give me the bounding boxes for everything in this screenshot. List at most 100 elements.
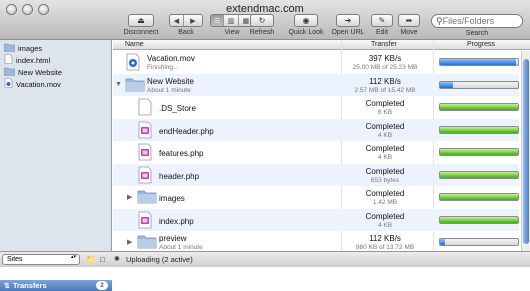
pencil-icon[interactable]: ✎ xyxy=(371,14,393,27)
file-name: features.php xyxy=(159,149,204,158)
progress-bar xyxy=(439,148,519,156)
transfer-row[interactable]: header.php Completed 653 bytes xyxy=(113,163,519,186)
back-forward-control[interactable]: ◀ ▶ xyxy=(169,14,203,27)
transfer-row[interactable]: features.php Completed 4 KB xyxy=(113,141,519,164)
progress-fill xyxy=(440,59,517,65)
transfers-section[interactable]: ⇅ Transfers 2 xyxy=(0,280,112,291)
disconnect-icon[interactable]: ⏏ xyxy=(128,14,154,27)
folder-icon xyxy=(125,76,145,97)
sites-select[interactable]: Sites xyxy=(2,254,80,265)
progress-bar xyxy=(439,125,519,134)
progress-fill xyxy=(440,194,518,200)
edit-label: Edit xyxy=(375,29,389,36)
disconnect-label: Disconnect xyxy=(123,29,159,36)
sidebar-list: images index.html New Website Vacation.mov xyxy=(0,40,111,90)
folder-icon xyxy=(137,233,157,251)
progress-fill xyxy=(440,81,454,88)
back-label: Back xyxy=(178,29,194,36)
progress-bar xyxy=(439,238,519,246)
refresh-tool[interactable]: ↻ Refresh xyxy=(248,14,276,36)
column-view-icon[interactable]: ▥ xyxy=(224,15,239,26)
folder-icon[interactable]: 📁 xyxy=(86,255,96,264)
column-header-name[interactable]: Name xyxy=(125,41,144,48)
transfers-count-badge: 2 xyxy=(96,281,108,290)
disclosure-open-icon[interactable]: ▼ xyxy=(115,81,122,88)
search-icon: ⚲ xyxy=(436,15,443,26)
forward-arrow-icon[interactable]: ▶ xyxy=(184,15,202,26)
transfer-size: 2.57 MB of 15.42 MB xyxy=(354,86,416,94)
refresh-label: Refresh xyxy=(249,29,275,36)
transfer-row[interactable]: ▶ images Completed 1.42 MB xyxy=(113,186,519,209)
status-text: Uploading (2 active) xyxy=(126,255,193,264)
transfer-row[interactable]: index.php Completed 4 KB xyxy=(113,208,519,231)
sidebar-item[interactable]: index.html xyxy=(0,54,111,66)
file-name: images xyxy=(159,194,185,203)
file-icon xyxy=(4,54,13,66)
transfer-row[interactable]: .DS_Store Completed 6 KB xyxy=(113,96,519,119)
transfer-rate: Completed xyxy=(365,211,405,221)
progress-bar xyxy=(439,103,519,111)
scrollbar-thumb[interactable] xyxy=(523,59,529,244)
disconnect-tool[interactable]: ⏏ Disconnect xyxy=(120,14,162,36)
sidebar-item[interactable]: Vacation.mov xyxy=(0,78,111,90)
transfer-row[interactable]: endHeader.php Completed 4 KB xyxy=(113,118,519,141)
eye-icon[interactable]: ◉ xyxy=(294,14,318,27)
search-label: Search xyxy=(465,30,489,37)
list-view-icon[interactable]: ☰ xyxy=(211,15,225,26)
sidebar: images index.html New Website Vacation.mov … xyxy=(0,40,112,291)
transfer-rate: Completed xyxy=(365,144,405,153)
time-remaining: Finishing... xyxy=(147,64,179,71)
transfer-size: 4 KB xyxy=(377,221,393,229)
transfer-rate: 112 KB/s xyxy=(369,234,401,243)
file-name: endHeader.php xyxy=(159,126,214,136)
transfers-arrow-icon: ⇅ xyxy=(4,282,10,290)
add-icon[interactable]: □ xyxy=(100,255,105,264)
refresh-icon[interactable]: ↻ xyxy=(250,14,274,27)
edit-tool[interactable]: ✎ Edit xyxy=(370,14,394,36)
progress-fill xyxy=(440,171,518,178)
sidebar-item-label: images xyxy=(18,43,43,53)
transfer-row[interactable]: Vacation.mov Finishing... 397 KB/s 25.00 MB… xyxy=(113,51,519,74)
column-header: Name Transfer Progress xyxy=(113,40,530,50)
progress-fill xyxy=(440,149,518,155)
sidebar-item[interactable]: New Website xyxy=(0,66,111,78)
column-header-progress[interactable]: Progress xyxy=(467,41,495,48)
vertical-scrollbar[interactable] xyxy=(521,51,530,251)
progress-fill xyxy=(440,126,518,133)
quick-look-tool[interactable]: ◉ Quick Look xyxy=(286,14,326,36)
title-bar: extendmac.com ⏏ Disconnect ◀ ▶ Back ☰ ▥ … xyxy=(0,0,530,40)
sidebar-item-label: New Website xyxy=(18,67,63,77)
progress-fill xyxy=(440,216,518,223)
progress-fill xyxy=(440,104,518,110)
sidebar-item[interactable]: images xyxy=(0,42,111,54)
transfer-rate: 112 KB/s xyxy=(369,76,401,86)
progress-bar xyxy=(439,58,519,66)
column-header-transfer[interactable]: Transfer xyxy=(371,41,397,48)
time-remaining: About 1 minute xyxy=(147,86,191,94)
transfer-rate: Completed xyxy=(365,166,405,176)
file-name: preview xyxy=(159,234,187,243)
disclosure-closed-icon[interactable]: ▶ xyxy=(127,193,132,201)
transfer-list: Vacation.mov Finishing... 397 KB/s 25.00 MB… xyxy=(113,51,519,251)
transfer-row[interactable]: ▼ New Website About 1 minute 112 KB/s 2.57 M… xyxy=(113,73,519,97)
transfer-row[interactable]: ▶ preview About 1 minute 112 KB/s 960 KB of … xyxy=(113,231,519,251)
search-input[interactable] xyxy=(442,16,521,26)
back-arrow-icon[interactable]: ◀ xyxy=(170,15,184,26)
file-name: header.php xyxy=(159,171,200,181)
open-url-icon[interactable]: ➜ xyxy=(336,14,360,27)
sidebar-item-label: index.html xyxy=(16,55,51,65)
progress-bar xyxy=(439,80,519,89)
move-tool[interactable]: ➦ Move xyxy=(397,14,421,36)
progress-bar xyxy=(439,170,519,179)
disclosure-closed-icon[interactable]: ▶ xyxy=(127,238,132,246)
back-tool[interactable]: ◀ ▶ Back xyxy=(166,14,206,36)
open-url-tool[interactable]: ➜ Open URL xyxy=(330,14,366,36)
search-field[interactable]: ⚲ xyxy=(431,14,523,28)
time-remaining: About 1 minute xyxy=(159,244,203,251)
move-arrow-icon[interactable]: ➦ xyxy=(398,14,420,27)
file-name: index.php xyxy=(159,216,194,226)
transfer-rate: 397 KB/s xyxy=(368,54,402,63)
transfer-size: 4 KB xyxy=(377,154,393,161)
progress-fill xyxy=(440,239,446,245)
activity-spinner-icon: ✺ xyxy=(114,256,120,263)
